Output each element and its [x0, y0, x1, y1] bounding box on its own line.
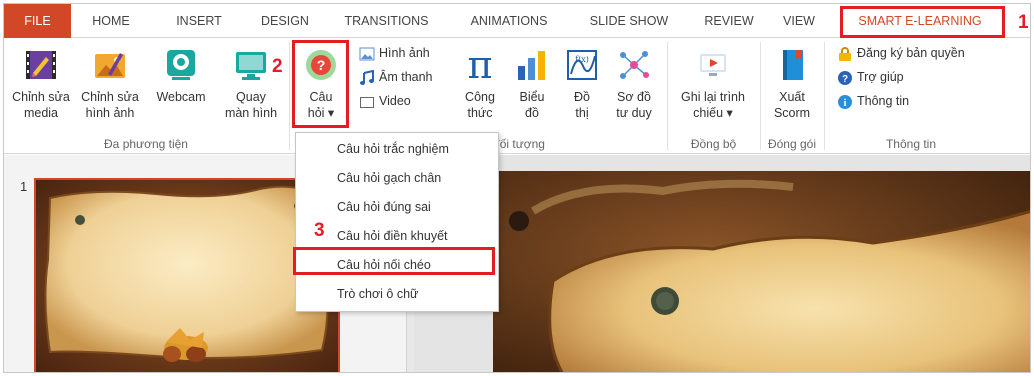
record-show-label-1: Ghi lại trình: [681, 90, 745, 104]
highlight-box-question: [292, 40, 349, 128]
graph-label-1: Đồ: [574, 90, 590, 104]
screen-record-label-1: Quay: [236, 90, 266, 104]
ribbon-panel: Chỉnh sửa media Chỉnh sửa hình ảnh Webcam: [4, 38, 1030, 154]
lock-icon: [839, 46, 851, 61]
group-separator: [667, 42, 668, 150]
insert-audio-button[interactable]: Âm thanh: [359, 66, 433, 88]
svg-text:π: π: [468, 48, 493, 82]
step-number-1: 1: [1018, 12, 1029, 33]
group-label-info: Thông tin: [885, 137, 937, 151]
mindmap-label-1: Sơ đồ: [617, 90, 651, 104]
group-separator: [760, 42, 761, 150]
insert-image-button[interactable]: Hình ảnh: [359, 42, 430, 64]
slide-thumbnail-image: [36, 180, 338, 372]
record-screen-icon: [700, 54, 726, 76]
image-edit-icon: [95, 53, 125, 78]
tab-home[interactable]: HOME: [78, 4, 144, 38]
register-license-button[interactable]: Đăng ký bản quyền: [837, 42, 965, 64]
export-scorm-label-1: Xuất: [779, 90, 805, 104]
menu-item-underline[interactable]: Câu hỏi gạch chân: [296, 164, 498, 193]
screen-record-label-2: màn hình: [224, 106, 278, 120]
chart-label-1: Biểu: [519, 90, 545, 104]
edit-image-button[interactable]: Chỉnh sửa hình ảnh: [74, 42, 146, 134]
svg-text:f(x): f(x): [575, 55, 589, 64]
info-label: Thông tin: [857, 94, 910, 108]
insert-image-label: Hình ảnh: [379, 46, 430, 60]
export-scorm-label-2: Scorm: [773, 106, 811, 120]
formula-label-2: thức: [467, 106, 493, 120]
graph-button[interactable]: f(x) Đồ thị: [564, 42, 600, 134]
record-show-button[interactable]: Ghi lại trình chiếu ▾: [672, 42, 754, 134]
edit-media-label-1: Chỉnh sửa: [12, 90, 70, 104]
record-show-label-2: chiếu ▾: [693, 106, 733, 120]
chart-label-2: đồ: [525, 106, 539, 120]
group-label-package: Đóng gói: [767, 137, 817, 151]
tab-file[interactable]: FILE: [4, 4, 71, 38]
highlight-box-tab: [840, 6, 1005, 38]
monitor-record-icon: [236, 52, 266, 80]
function-graph-icon: f(x): [567, 50, 597, 80]
step-number-3: 3: [314, 220, 325, 241]
group-separator: [824, 42, 825, 150]
current-slide[interactable]: [493, 171, 1030, 372]
film-edit-icon: [26, 51, 56, 79]
mindmap-label-2: tư duy: [616, 106, 652, 120]
help-button[interactable]: ? Trợ giúp: [837, 66, 904, 88]
tab-transitions[interactable]: TRANSITIONS: [329, 4, 444, 38]
insert-video-button[interactable]: Video: [359, 90, 411, 112]
mindmap-icon: [620, 51, 649, 79]
svg-text:?: ?: [842, 74, 848, 85]
tab-view[interactable]: VIEW: [774, 4, 824, 38]
group-label-media: Đa phương tiện: [104, 137, 188, 151]
edit-media-label-2: media: [23, 106, 59, 120]
formula-label-1: Công: [465, 90, 495, 104]
book-icon: [783, 50, 803, 80]
slide-number: 1: [20, 179, 28, 194]
question-type-dropdown: Câu hỏi trắc nghiệm Câu hỏi gạch chân Câ…: [295, 132, 499, 312]
step-number-2: 2: [272, 56, 283, 77]
highlight-box-matching: [293, 247, 495, 275]
tab-design[interactable]: DESIGN: [250, 4, 320, 38]
edit-image-label-1: Chỉnh sửa: [81, 90, 139, 104]
tab-animations[interactable]: ANIMATIONS: [454, 4, 564, 38]
webcam-button[interactable]: Webcam: [150, 42, 212, 134]
register-license-label: Đăng ký bản quyền: [857, 46, 965, 60]
help-label: Trợ giúp: [857, 70, 904, 84]
edit-image-label-2: hình ảnh: [85, 106, 135, 120]
chart-button[interactable]: Biểu đồ: [510, 42, 554, 134]
info-icon: i: [838, 94, 852, 109]
mindmap-button[interactable]: Sơ đồ tư duy: [609, 42, 659, 134]
help-icon: ?: [838, 70, 852, 85]
pi-icon: π: [468, 48, 493, 82]
menu-item-multiple-choice[interactable]: Câu hỏi trắc nghiệm: [296, 135, 498, 164]
slide-background-image: [493, 171, 1030, 372]
bar-chart-icon: [518, 51, 545, 80]
svg-text:i: i: [844, 98, 847, 109]
menu-item-true-false[interactable]: Câu hỏi đúng sai: [296, 193, 498, 222]
info-button[interactable]: i Thông tin: [837, 90, 909, 112]
video-icon: [360, 96, 374, 108]
graph-label-2: thị: [575, 106, 589, 120]
webcam-label: Webcam: [156, 90, 206, 104]
export-scorm-button[interactable]: Xuất Scorm: [764, 42, 820, 134]
tab-slide-show[interactable]: SLIDE SHOW: [579, 4, 679, 38]
music-note-icon: [360, 69, 374, 85]
formula-button[interactable]: π Công thức: [458, 42, 502, 134]
tab-insert[interactable]: INSERT: [164, 4, 234, 38]
powerpoint-window: FILE HOME INSERT DESIGN TRANSITIONS ANIM…: [3, 3, 1031, 373]
insert-video-label: Video: [379, 94, 411, 108]
tab-review[interactable]: REVIEW: [694, 4, 764, 38]
image-icon: [359, 47, 375, 61]
menu-item-crossword[interactable]: Trò chơi ô chữ: [296, 280, 498, 309]
edit-media-button[interactable]: Chỉnh sửa media: [8, 42, 74, 134]
insert-audio-label: Âm thanh: [379, 70, 433, 84]
webcam-icon: [167, 50, 195, 80]
group-label-sync: Đồng bộ: [690, 137, 737, 151]
group-separator: [289, 42, 290, 150]
